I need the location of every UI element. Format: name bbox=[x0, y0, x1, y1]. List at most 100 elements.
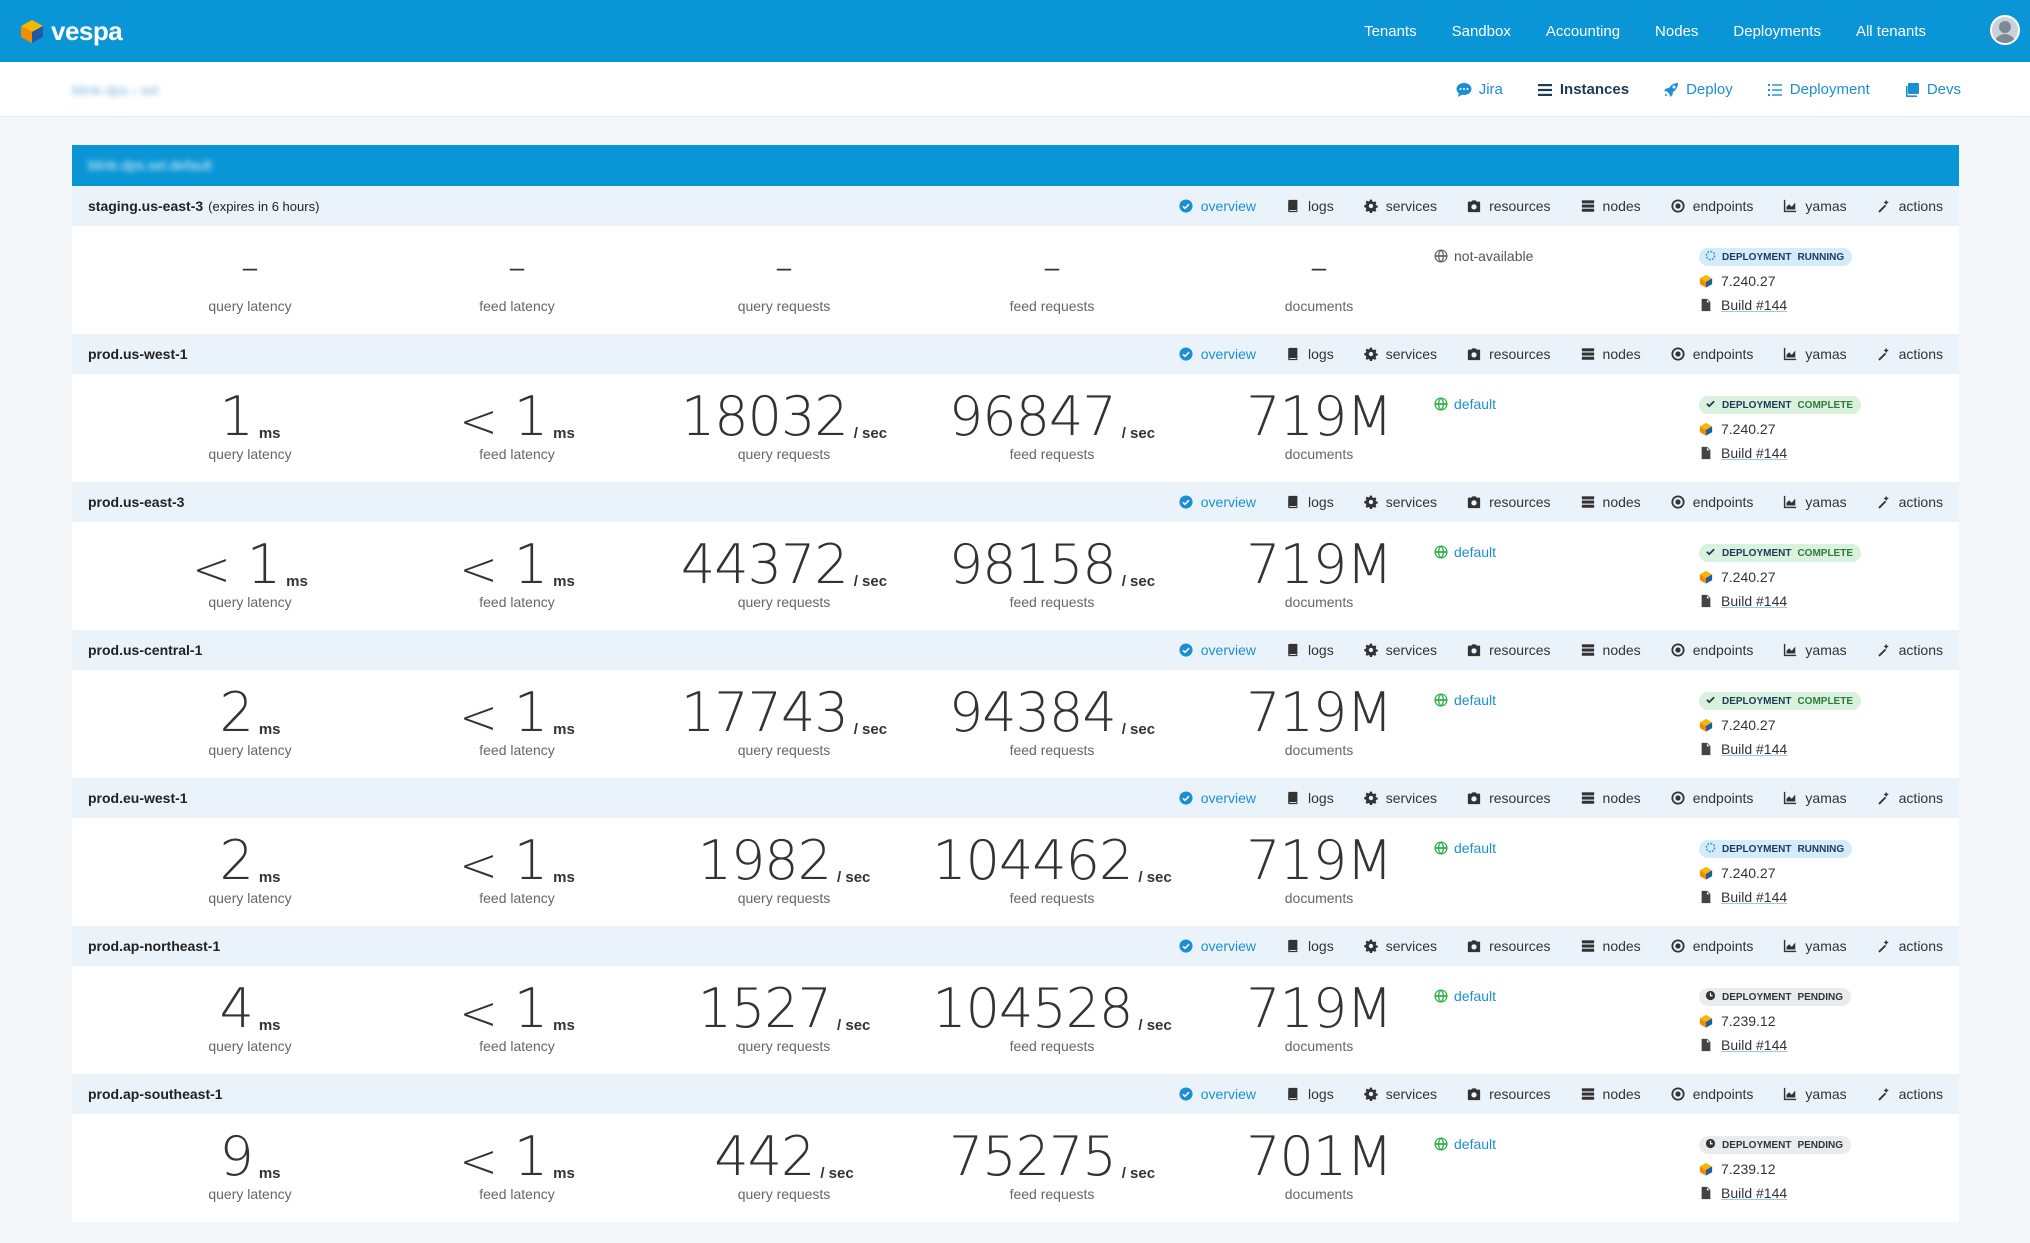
link-logs[interactable]: logs bbox=[1286, 346, 1334, 362]
link-yamas[interactable]: yamas bbox=[1783, 790, 1847, 806]
deployment-badge[interactable]: DEPLOYMENT PENDING bbox=[1699, 988, 1852, 1006]
build-link[interactable]: Build #144 bbox=[1721, 1185, 1787, 1201]
subnav-devs[interactable]: Devs bbox=[1904, 81, 1961, 98]
build-link[interactable]: Build #144 bbox=[1721, 445, 1787, 461]
breadcrumb[interactable]: blink-dps › sel bbox=[72, 82, 158, 98]
link-resources[interactable]: resources bbox=[1467, 198, 1551, 214]
build-info[interactable]: Build #144 bbox=[1699, 295, 1939, 314]
topnav-all-tenants[interactable]: All tenants bbox=[1856, 23, 1926, 40]
deployment-badge[interactable]: DEPLOYMENT RUNNING bbox=[1699, 248, 1853, 266]
subnav-instances[interactable]: Instances bbox=[1537, 81, 1629, 98]
link-actions[interactable]: actions bbox=[1877, 1086, 1943, 1102]
link-yamas[interactable]: yamas bbox=[1783, 1086, 1847, 1102]
link-overview[interactable]: overview bbox=[1179, 1086, 1256, 1102]
link-logs[interactable]: logs bbox=[1286, 642, 1334, 658]
link-yamas[interactable]: yamas bbox=[1783, 198, 1847, 214]
link-services[interactable]: services bbox=[1363, 198, 1437, 214]
subnav-devs-label: Devs bbox=[1926, 81, 1961, 98]
subnav-deploy[interactable]: Deploy bbox=[1663, 81, 1733, 98]
link-services[interactable]: services bbox=[1363, 494, 1437, 510]
link-endpoints[interactable]: endpoints bbox=[1671, 494, 1753, 510]
build-link[interactable]: Build #144 bbox=[1721, 889, 1787, 905]
user-avatar[interactable] bbox=[1990, 15, 2020, 45]
link-logs[interactable]: logs bbox=[1286, 494, 1334, 510]
link-services[interactable]: services bbox=[1363, 790, 1437, 806]
link-actions[interactable]: actions bbox=[1877, 346, 1943, 362]
deployment-badge[interactable]: DEPLOYMENT COMPLETE bbox=[1699, 544, 1862, 562]
topnav-sandbox[interactable]: Sandbox bbox=[1452, 23, 1511, 40]
build-link[interactable]: Build #144 bbox=[1721, 297, 1787, 313]
link-actions[interactable]: actions bbox=[1877, 494, 1943, 510]
subnav-jira[interactable]: Jira bbox=[1456, 81, 1503, 98]
link-logs[interactable]: logs bbox=[1286, 1086, 1334, 1102]
deployment-badge[interactable]: DEPLOYMENT PENDING bbox=[1699, 1136, 1852, 1154]
link-yamas[interactable]: yamas bbox=[1783, 642, 1847, 658]
link-services[interactable]: services bbox=[1363, 642, 1437, 658]
link-endpoints[interactable]: endpoints bbox=[1671, 790, 1753, 806]
vespa-logo[interactable]: vespa bbox=[19, 16, 123, 47]
link-nodes[interactable]: nodes bbox=[1581, 790, 1641, 806]
link-endpoints[interactable]: endpoints bbox=[1671, 938, 1753, 954]
link-logs[interactable]: logs bbox=[1286, 198, 1334, 214]
link-actions[interactable]: actions bbox=[1877, 790, 1943, 806]
build-info[interactable]: Build #144 bbox=[1699, 443, 1939, 462]
link-endpoints[interactable]: endpoints bbox=[1671, 198, 1753, 214]
link-yamas[interactable]: yamas bbox=[1783, 938, 1847, 954]
link-nodes[interactable]: nodes bbox=[1581, 198, 1641, 214]
build-link[interactable]: Build #144 bbox=[1721, 593, 1787, 609]
endpoint-link[interactable]: default bbox=[1434, 988, 1496, 1004]
link-logs[interactable]: logs bbox=[1286, 790, 1334, 806]
build-info[interactable]: Build #144 bbox=[1699, 739, 1939, 758]
link-endpoints[interactable]: endpoints bbox=[1671, 642, 1753, 658]
link-nodes[interactable]: nodes bbox=[1581, 642, 1641, 658]
link-logs[interactable]: logs bbox=[1286, 938, 1334, 954]
topnav-nodes[interactable]: Nodes bbox=[1655, 23, 1698, 40]
endpoint-link[interactable]: default bbox=[1434, 396, 1496, 412]
link-yamas[interactable]: yamas bbox=[1783, 494, 1847, 510]
build-link[interactable]: Build #144 bbox=[1721, 1037, 1787, 1053]
endpoint-link[interactable]: default bbox=[1434, 692, 1496, 708]
endpoint-link[interactable]: not-available bbox=[1434, 248, 1533, 264]
endpoint-link[interactable]: default bbox=[1434, 840, 1496, 856]
link-resources[interactable]: resources bbox=[1467, 494, 1551, 510]
link-resources[interactable]: resources bbox=[1467, 938, 1551, 954]
link-actions[interactable]: actions bbox=[1877, 938, 1943, 954]
link-overview[interactable]: overview bbox=[1179, 494, 1256, 510]
link-overview[interactable]: overview bbox=[1179, 198, 1256, 214]
metric-value: 1982 bbox=[697, 829, 832, 892]
build-info[interactable]: Build #144 bbox=[1699, 1035, 1939, 1054]
link-services[interactable]: services bbox=[1363, 1086, 1437, 1102]
link-resources[interactable]: resources bbox=[1467, 642, 1551, 658]
link-nodes[interactable]: nodes bbox=[1581, 346, 1641, 362]
link-services[interactable]: services bbox=[1363, 346, 1437, 362]
link-actions[interactable]: actions bbox=[1877, 642, 1943, 658]
link-endpoints[interactable]: endpoints bbox=[1671, 1086, 1753, 1102]
endpoint-link[interactable]: default bbox=[1434, 1136, 1496, 1152]
topnav-tenants[interactable]: Tenants bbox=[1364, 23, 1417, 40]
build-info[interactable]: Build #144 bbox=[1699, 1183, 1939, 1202]
topnav-deployments[interactable]: Deployments bbox=[1733, 23, 1821, 40]
link-resources[interactable]: resources bbox=[1467, 790, 1551, 806]
link-nodes[interactable]: nodes bbox=[1581, 938, 1641, 954]
link-endpoints[interactable]: endpoints bbox=[1671, 346, 1753, 362]
link-resources[interactable]: resources bbox=[1467, 346, 1551, 362]
link-overview[interactable]: overview bbox=[1179, 346, 1256, 362]
deployment-badge[interactable]: DEPLOYMENT COMPLETE bbox=[1699, 692, 1862, 710]
link-services[interactable]: services bbox=[1363, 938, 1437, 954]
link-nodes[interactable]: nodes bbox=[1581, 1086, 1641, 1102]
endpoint-link[interactable]: default bbox=[1434, 544, 1496, 560]
link-overview[interactable]: overview bbox=[1179, 642, 1256, 658]
link-resources[interactable]: resources bbox=[1467, 1086, 1551, 1102]
link-actions[interactable]: actions bbox=[1877, 198, 1943, 214]
link-yamas[interactable]: yamas bbox=[1783, 346, 1847, 362]
link-overview[interactable]: overview bbox=[1179, 938, 1256, 954]
subnav-deployment[interactable]: Deployment bbox=[1767, 81, 1870, 98]
deployment-badge[interactable]: DEPLOYMENT RUNNING bbox=[1699, 840, 1853, 858]
deployment-badge[interactable]: DEPLOYMENT COMPLETE bbox=[1699, 396, 1862, 414]
build-info[interactable]: Build #144 bbox=[1699, 887, 1939, 906]
link-overview[interactable]: overview bbox=[1179, 790, 1256, 806]
build-info[interactable]: Build #144 bbox=[1699, 591, 1939, 610]
build-link[interactable]: Build #144 bbox=[1721, 741, 1787, 757]
link-nodes[interactable]: nodes bbox=[1581, 494, 1641, 510]
topnav-accounting[interactable]: Accounting bbox=[1546, 23, 1620, 40]
